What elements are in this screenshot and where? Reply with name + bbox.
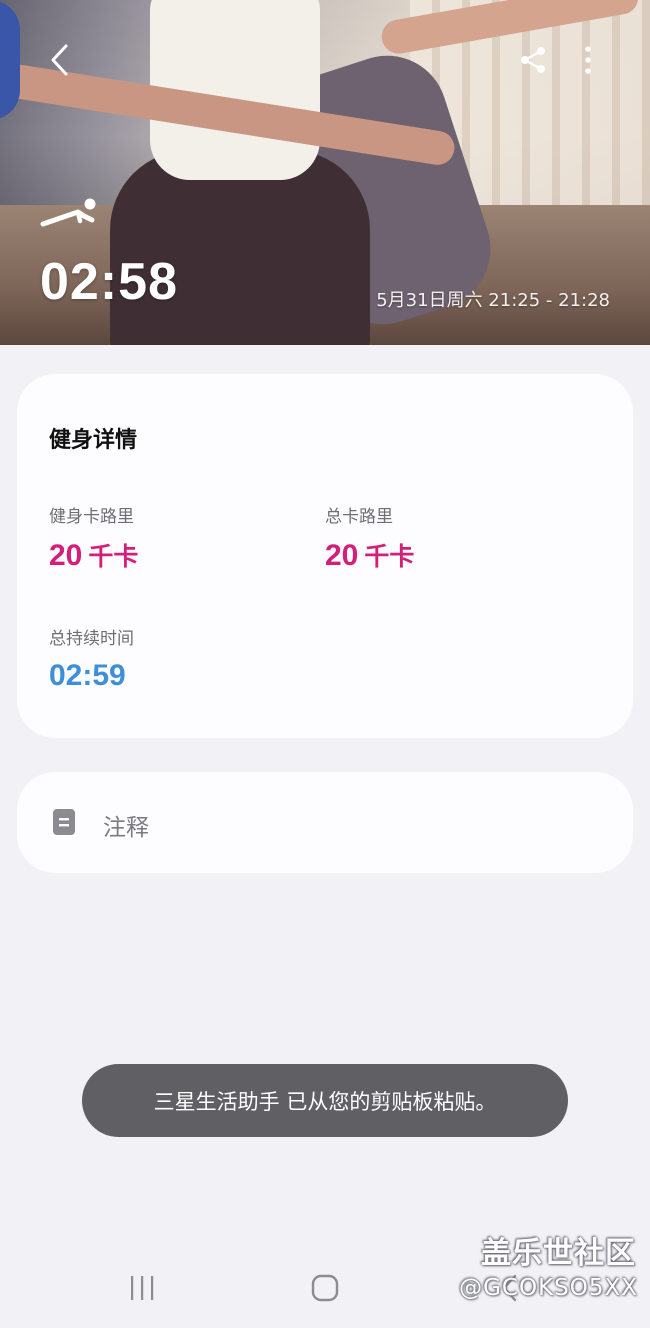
- workout-details-card: 健身详情 健身卡路里 20 千卡 总卡路里 20 千卡 总持续时间 02:59: [17, 374, 633, 738]
- share-button[interactable]: [509, 36, 557, 84]
- background-person-edge: [0, 0, 20, 120]
- more-vertical-icon: [585, 46, 591, 74]
- recents-icon: [131, 1276, 154, 1300]
- stat-unit: 千卡: [88, 542, 139, 571]
- home-icon: [311, 1274, 339, 1302]
- stat-label: 总卡路里: [325, 507, 393, 527]
- stat-total-calories: 总卡路里 20 千卡: [325, 502, 414, 573]
- recent-apps-button[interactable]: [112, 1266, 172, 1310]
- stat-number: 20: [49, 539, 83, 572]
- stat-value: 20 千卡: [325, 537, 414, 573]
- clipboard-toast: 三星生活助手 已从您的剪贴板粘贴。: [82, 1064, 568, 1137]
- notes-button[interactable]: 注释: [17, 772, 633, 873]
- stat-number: 02:59: [49, 659, 126, 692]
- stat-number: 20: [325, 539, 359, 572]
- stat-value: 20 千卡: [49, 537, 138, 573]
- stat-label: 健身卡路里: [49, 507, 134, 527]
- note-icon: [53, 809, 75, 835]
- stat-label: 总持续时间: [49, 629, 134, 649]
- stat-total-duration: 总持续时间 02:59: [49, 624, 134, 693]
- plank-workout-icon: [40, 198, 96, 227]
- stat-unit: 千卡: [364, 542, 415, 571]
- back-button[interactable]: [36, 36, 84, 84]
- workout-date-range: 5月31日周六 21:25 - 21:28: [376, 290, 610, 311]
- watermark-title: 盖乐世社区: [481, 1236, 636, 1271]
- stat-workout-calories: 健身卡路里 20 千卡: [49, 502, 138, 573]
- more-options-button[interactable]: [564, 36, 612, 84]
- share-icon: [521, 47, 545, 73]
- stat-value: 02:59: [49, 659, 134, 693]
- watermark-handle: @GCOKSO5XX: [459, 1275, 638, 1301]
- workout-hero-image: 02:58 5月31日周六 21:25 - 21:28: [0, 0, 650, 345]
- chevron-left-icon: [51, 44, 68, 76]
- card-title: 健身详情: [49, 428, 138, 453]
- notes-label: 注释: [103, 815, 149, 841]
- home-button[interactable]: [295, 1266, 355, 1310]
- workout-duration: 02:58: [40, 253, 178, 311]
